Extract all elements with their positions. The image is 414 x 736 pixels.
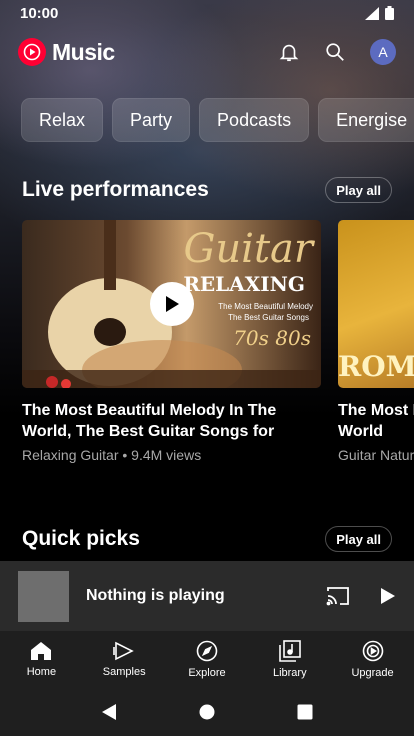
video-title[interactable]: The Most Beautiful Melody In The World bbox=[338, 400, 414, 442]
search-icon[interactable] bbox=[324, 41, 346, 63]
play-icon bbox=[166, 296, 179, 312]
home-icon bbox=[31, 641, 52, 660]
nav-item-explore[interactable]: Explore bbox=[172, 640, 242, 679]
upgrade-icon bbox=[362, 640, 383, 661]
thumbnail-heading: Guitar bbox=[183, 226, 313, 272]
video-thumbnail[interactable]: ROMA bbox=[338, 220, 414, 388]
thumbnail-years: 70s 80s bbox=[233, 326, 311, 350]
play-all-button[interactable]: Play all bbox=[325, 526, 392, 552]
app-name: Music bbox=[52, 38, 115, 65]
nav-item-library[interactable]: Library bbox=[255, 639, 325, 679]
live-performances-header: Live performances Play all bbox=[22, 177, 392, 203]
play-icon[interactable] bbox=[380, 587, 396, 605]
thumbnail-line-1: The Most Beautiful Melody bbox=[218, 302, 313, 311]
video-thumbnail[interactable]: Guitar RELAXING The Most Beautiful Melod… bbox=[22, 220, 321, 388]
signal-icon bbox=[365, 6, 379, 20]
recents-icon[interactable] bbox=[297, 704, 313, 720]
compass-icon bbox=[196, 640, 218, 661]
nav-item-home[interactable]: Home bbox=[6, 641, 76, 678]
status-time: 10:00 bbox=[20, 4, 59, 22]
chip-energise[interactable]: Energise bbox=[318, 98, 414, 142]
play-video-button[interactable] bbox=[150, 282, 194, 326]
nav-label: Upgrade bbox=[351, 666, 394, 679]
thumbnail-heading: ROMA bbox=[338, 350, 414, 383]
chip-party[interactable]: Party bbox=[112, 98, 191, 142]
bottom-navigation: Home Samples Explore Library Upgrade bbox=[0, 631, 414, 687]
video-meta: Relaxing Guitar • 9.4M views bbox=[22, 447, 202, 463]
nav-item-upgrade[interactable]: Upgrade bbox=[338, 640, 408, 679]
chip-relax[interactable]: Relax bbox=[21, 98, 104, 142]
battery-icon bbox=[385, 6, 394, 20]
chip-podcasts[interactable]: Podcasts bbox=[199, 98, 310, 142]
cast-icon[interactable] bbox=[326, 586, 350, 606]
nav-label: Explore bbox=[188, 666, 226, 679]
video-meta: Guitar Nature bbox=[338, 447, 414, 463]
section-title: Live performances bbox=[22, 178, 209, 201]
status-bar: 10:00 bbox=[0, 0, 414, 26]
back-icon[interactable] bbox=[101, 703, 117, 721]
video-card[interactable]: ROMA The Most Beautiful Melody In The Wo… bbox=[338, 220, 414, 463]
thumbnail-line-2: The Best Guitar Songs bbox=[228, 313, 309, 322]
mood-chips: Relax Party Podcasts Energise bbox=[21, 98, 414, 142]
video-title[interactable]: The Most Beautiful Melody In The World, … bbox=[22, 400, 321, 442]
nav-item-samples[interactable]: Samples bbox=[89, 641, 159, 678]
live-performances-carousel: Guitar RELAXING The Most Beautiful Melod… bbox=[22, 220, 414, 463]
library-icon bbox=[278, 639, 301, 662]
notifications-bell-icon[interactable] bbox=[278, 41, 300, 63]
system-navigation-bar bbox=[0, 687, 414, 736]
nav-label: Library bbox=[272, 666, 307, 679]
mini-player-artwork bbox=[18, 570, 69, 622]
account-avatar[interactable]: A bbox=[370, 39, 396, 65]
nav-label: Samples bbox=[102, 665, 146, 678]
quick-picks-header: Quick picks Play all bbox=[22, 526, 392, 552]
mini-player-title: Nothing is playing bbox=[86, 587, 225, 604]
play-all-button[interactable]: Play all bbox=[325, 177, 392, 203]
video-card[interactable]: Guitar RELAXING The Most Beautiful Melod… bbox=[22, 220, 321, 463]
nav-label: Home bbox=[26, 665, 57, 678]
music-logo-icon bbox=[18, 38, 46, 66]
app-header: Music A bbox=[0, 32, 414, 72]
samples-icon bbox=[113, 641, 134, 660]
home-circle-icon[interactable] bbox=[199, 704, 215, 720]
section-title: Quick picks bbox=[22, 527, 140, 550]
mini-player[interactable]: Nothing is playing bbox=[0, 561, 414, 631]
app-logo[interactable]: Music bbox=[18, 38, 115, 66]
thumbnail-subheading: RELAXING bbox=[183, 272, 305, 296]
